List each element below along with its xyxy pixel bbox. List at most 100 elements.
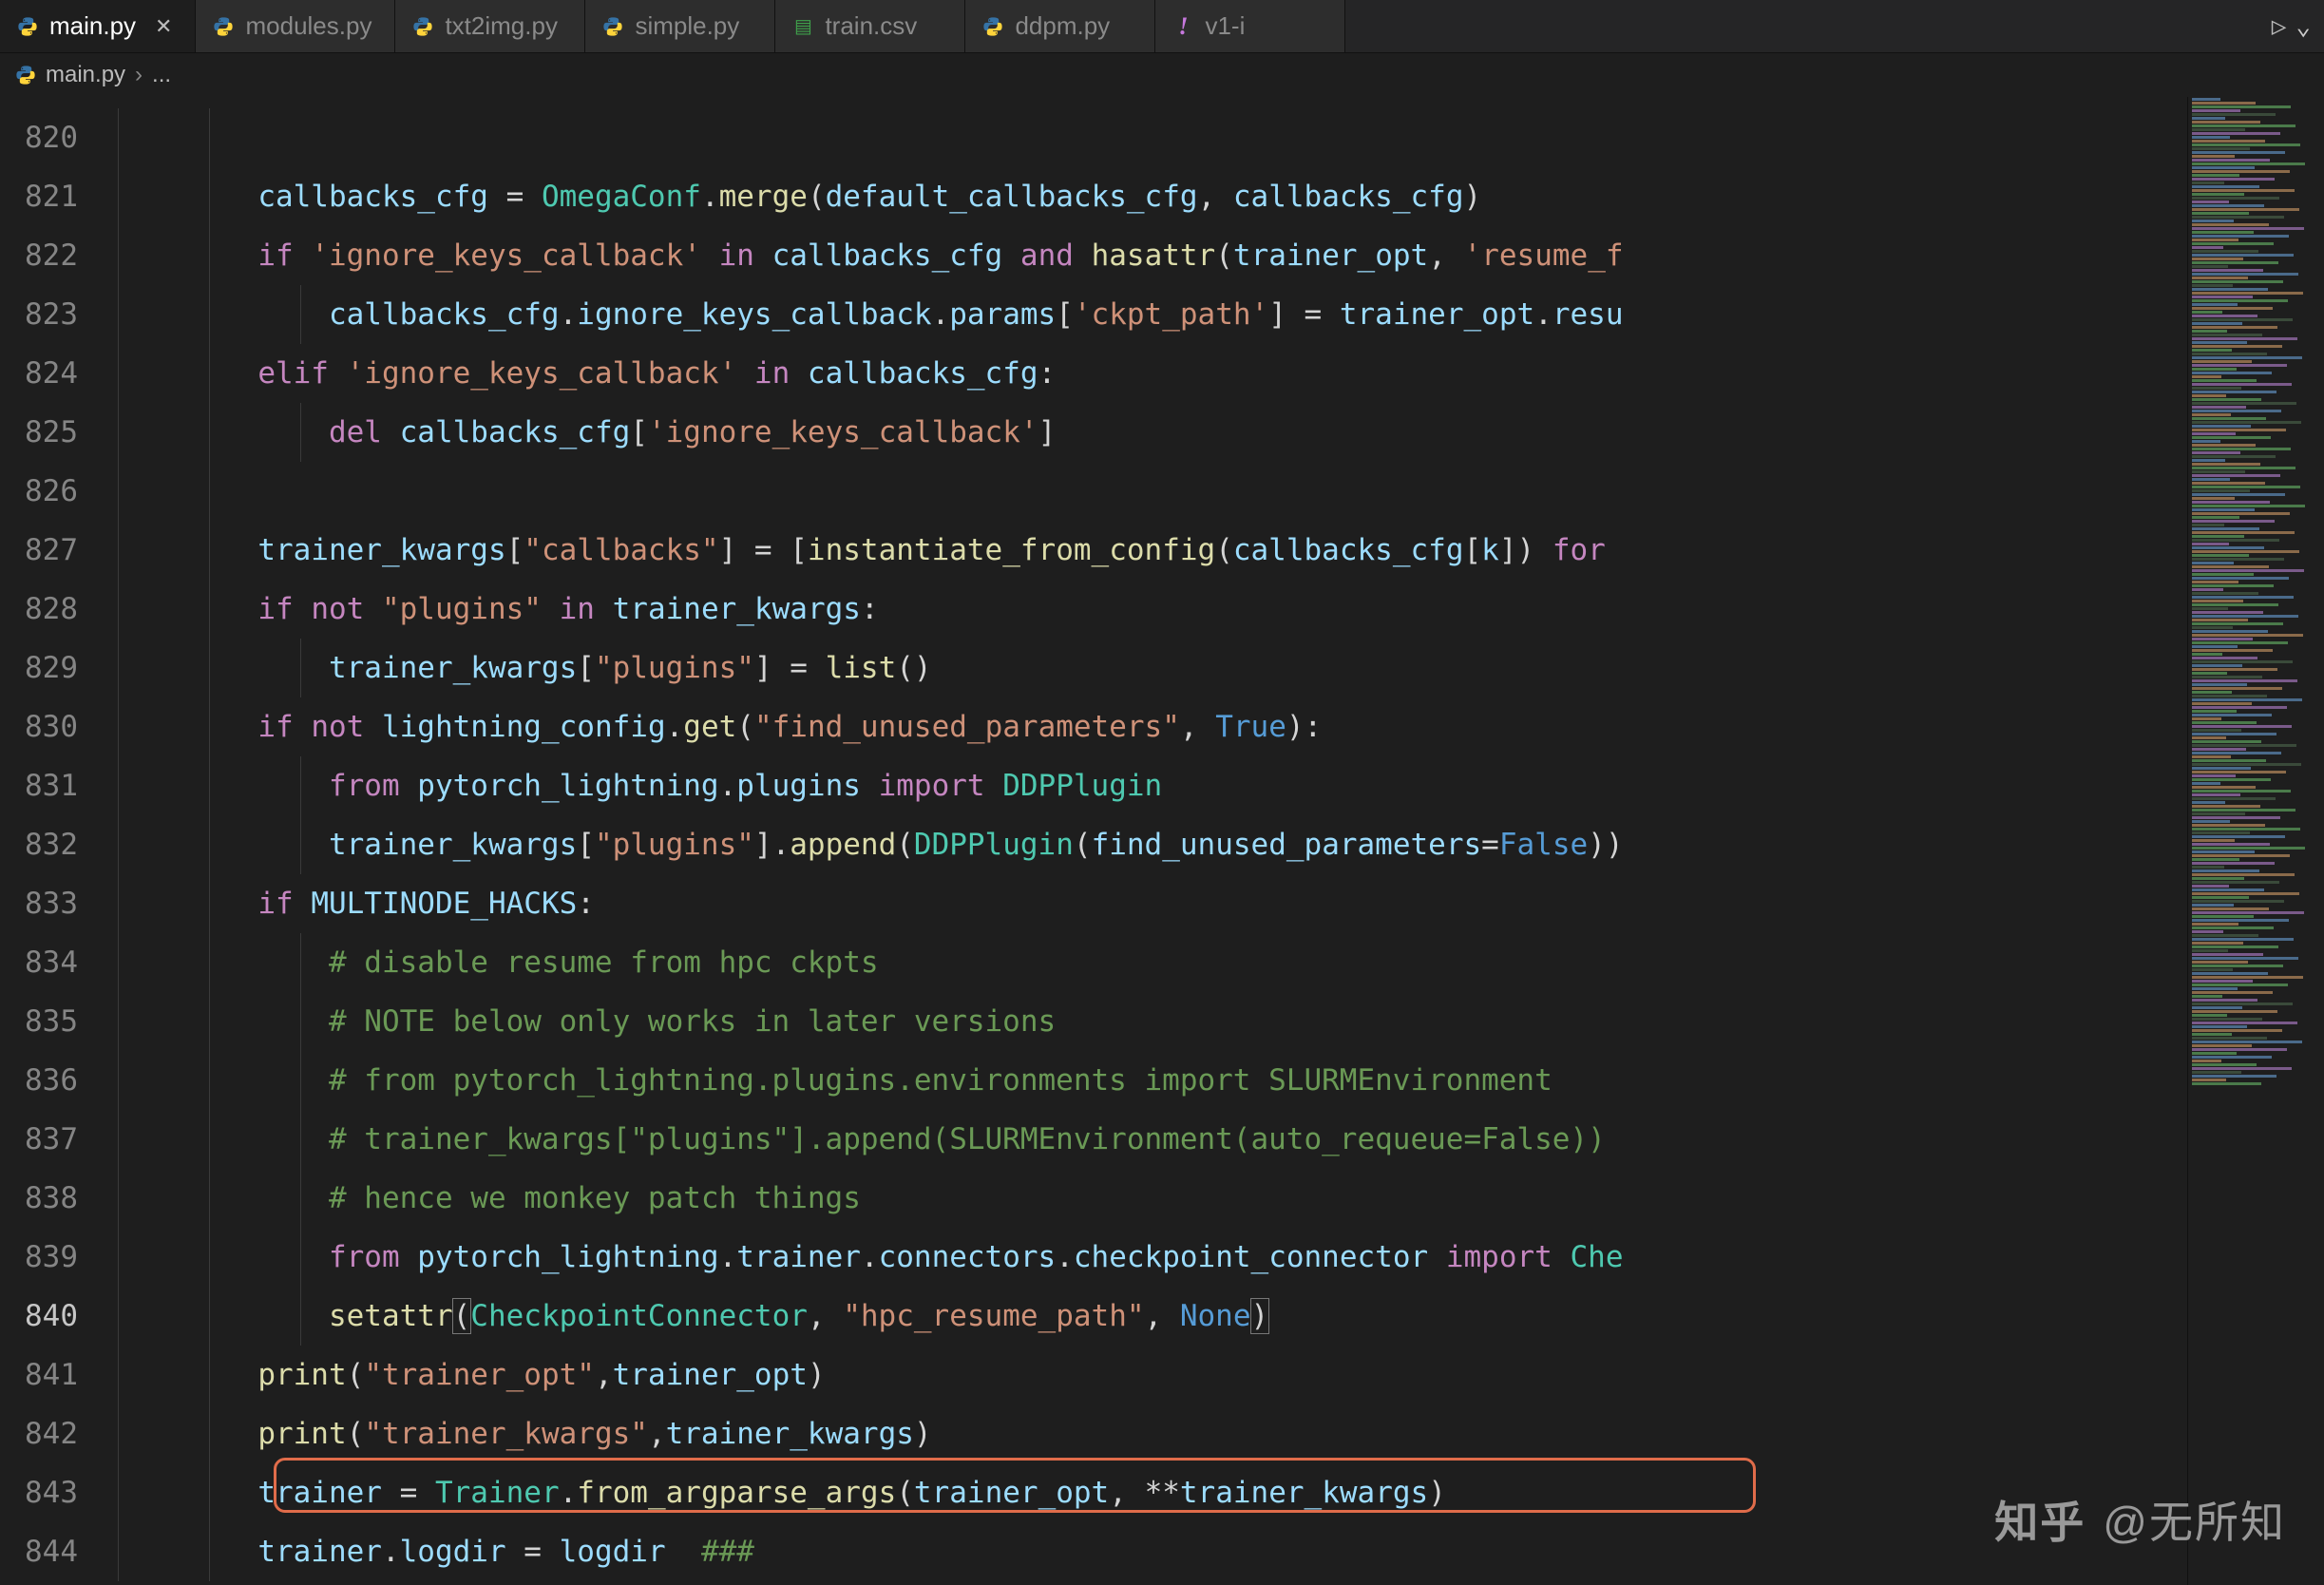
code-line[interactable]: if not "plugins" in trainer_kwargs: — [116, 580, 2187, 639]
breadcrumb-tail[interactable]: ... — [152, 62, 171, 88]
minimap-line — [2192, 733, 2276, 735]
code-line[interactable]: trainer.logdir = logdir ### — [116, 1522, 2187, 1581]
token-op: ** — [1145, 1476, 1180, 1510]
code-line[interactable]: # from pytorch_lightning.plugins.environ… — [116, 1051, 2187, 1110]
token-op — [790, 356, 808, 391]
indent-guide — [209, 1522, 210, 1581]
token-pun: . — [560, 297, 578, 332]
minimap-line — [2192, 581, 2238, 583]
code-line[interactable]: # NOTE below only works in later version… — [116, 992, 2187, 1051]
code-line[interactable]: trainer = Trainer.from_argparse_args(tra… — [116, 1463, 2187, 1522]
code-line[interactable]: # trainer_kwargs["plugins"].append(SLURM… — [116, 1110, 2187, 1169]
minimap-line — [2192, 1063, 2257, 1066]
code-line[interactable]: print("trainer_opt",trainer_opt) — [116, 1346, 2187, 1404]
indent-guide — [118, 226, 119, 285]
minimap-line — [2192, 976, 2303, 979]
indent-guide — [209, 697, 210, 756]
code-line[interactable] — [116, 462, 2187, 521]
minimap-line — [2192, 478, 2230, 481]
token-cls: Che — [1571, 1240, 1624, 1274]
line-number: 830 — [10, 697, 78, 756]
code-line[interactable]: from pytorch_lightning.trainer.connector… — [116, 1228, 2187, 1287]
minimap-line — [2192, 1067, 2292, 1070]
code-line[interactable]: if 'ignore_keys_callback' in callbacks_c… — [116, 226, 2187, 285]
minimap-line — [2192, 649, 2273, 652]
tab-simple-py[interactable]: simple.py — [585, 0, 775, 52]
minimap-line — [2192, 645, 2238, 648]
code-line[interactable]: if not lightning_config.get("find_unused… — [116, 697, 2187, 756]
code-view[interactable]: callbacks_cfg = OmegaConf.merge(default_… — [105, 97, 2187, 1585]
minimap-line — [2192, 109, 2240, 112]
code-line[interactable]: setattr(CheckpointConnector, "hpc_resume… — [116, 1287, 2187, 1346]
tab-txt2img-py[interactable]: txt2img.py — [395, 0, 585, 52]
minimap-line — [2192, 470, 2245, 473]
minimap-line — [2192, 577, 2289, 580]
token-op — [382, 415, 400, 449]
minimap-line — [2192, 778, 2271, 781]
code-line[interactable]: trainer_kwargs["callbacks"] = [instantia… — [116, 521, 2187, 580]
token-op: = — [1481, 828, 1499, 862]
token-pun: [ — [1464, 533, 1482, 567]
indent-guide — [118, 815, 119, 874]
minimap-line — [2192, 957, 2298, 960]
token-fn: from_argparse_args — [577, 1476, 896, 1510]
token-pun: [ — [506, 533, 524, 567]
minimap-line — [2192, 1014, 2227, 1017]
code-line[interactable]: elif 'ignore_keys_callback' in callbacks… — [116, 344, 2187, 403]
code-line[interactable] — [116, 108, 2187, 167]
line-number: 834 — [10, 933, 78, 992]
tab-v1-i[interactable]: !v1-i — [1155, 0, 1345, 52]
indent-guide — [118, 462, 119, 521]
line-number: 825 — [10, 403, 78, 462]
token-fn: hasattr — [1092, 239, 1216, 273]
tab-modules-py[interactable]: modules.py — [196, 0, 395, 52]
minimap-line — [2192, 596, 2294, 599]
token-pun: ( — [896, 1476, 914, 1510]
code-line[interactable]: # hence we monkey patch things — [116, 1169, 2187, 1228]
token-pun: ]. — [754, 828, 790, 862]
token-var: pytorch_lightning — [417, 1240, 718, 1274]
minimap-line — [2192, 486, 2300, 488]
chevron-right-icon: › — [135, 62, 143, 88]
minimap-line — [2192, 170, 2290, 173]
code-line[interactable]: trainer_kwargs["plugins"] = list() — [116, 639, 2187, 697]
tab-main-py[interactable]: main.py✕ — [0, 0, 196, 52]
minimap-line — [2192, 569, 2304, 572]
indent-guide — [300, 756, 301, 815]
indent-guide — [118, 1463, 119, 1522]
minimap-line — [2192, 235, 2289, 238]
code-line[interactable]: from pytorch_lightning.plugins import DD… — [116, 756, 2187, 815]
close-icon[interactable]: ✕ — [155, 14, 172, 39]
token-kw1: not — [311, 710, 364, 744]
code-line[interactable]: # disable resume from hpc ckpts — [116, 933, 2187, 992]
minimap-line — [2192, 508, 2255, 511]
minimap-line — [2192, 105, 2291, 108]
minimap-line — [2192, 162, 2305, 165]
minimap-line — [2192, 330, 2227, 333]
minimap[interactable] — [2187, 97, 2324, 1585]
minimap-line — [2192, 535, 2244, 538]
minimap-line — [2192, 752, 2281, 754]
tab-ddpm-py[interactable]: ddpm.py — [965, 0, 1155, 52]
breadcrumb-file[interactable]: main.py — [46, 62, 125, 88]
minimap-line — [2192, 926, 2274, 929]
token-var: callbacks_cfg — [772, 239, 1003, 273]
code-line[interactable]: trainer_kwargs["plugins"].append(DDPPlug… — [116, 815, 2187, 874]
code-line[interactable]: callbacks_cfg = OmegaConf.merge(default_… — [116, 167, 2187, 226]
token-var: params — [949, 297, 1056, 332]
minimap-line — [2192, 558, 2284, 561]
code-line[interactable]: callbacks_cfg.ignore_keys_callback.param… — [116, 285, 2187, 344]
token-op: = — [506, 1535, 560, 1569]
minimap-line — [2192, 740, 2261, 743]
indent-guide — [118, 285, 119, 344]
run-more-icon[interactable]: ⌄ — [2295, 12, 2311, 41]
token-pun: . — [1056, 1240, 1074, 1274]
tab-train-csv[interactable]: ▤train.csv — [775, 0, 965, 52]
run-button-icon[interactable]: ▷ — [2272, 12, 2287, 41]
token-pun: , — [595, 1358, 613, 1392]
minimap-line — [2192, 345, 2282, 348]
code-line[interactable]: if MULTINODE_HACKS: — [116, 874, 2187, 933]
code-line[interactable]: del callbacks_cfg['ignore_keys_callback'… — [116, 403, 2187, 462]
code-line[interactable]: print("trainer_kwargs",trainer_kwargs) — [116, 1404, 2187, 1463]
token-kw1: in — [719, 239, 754, 273]
